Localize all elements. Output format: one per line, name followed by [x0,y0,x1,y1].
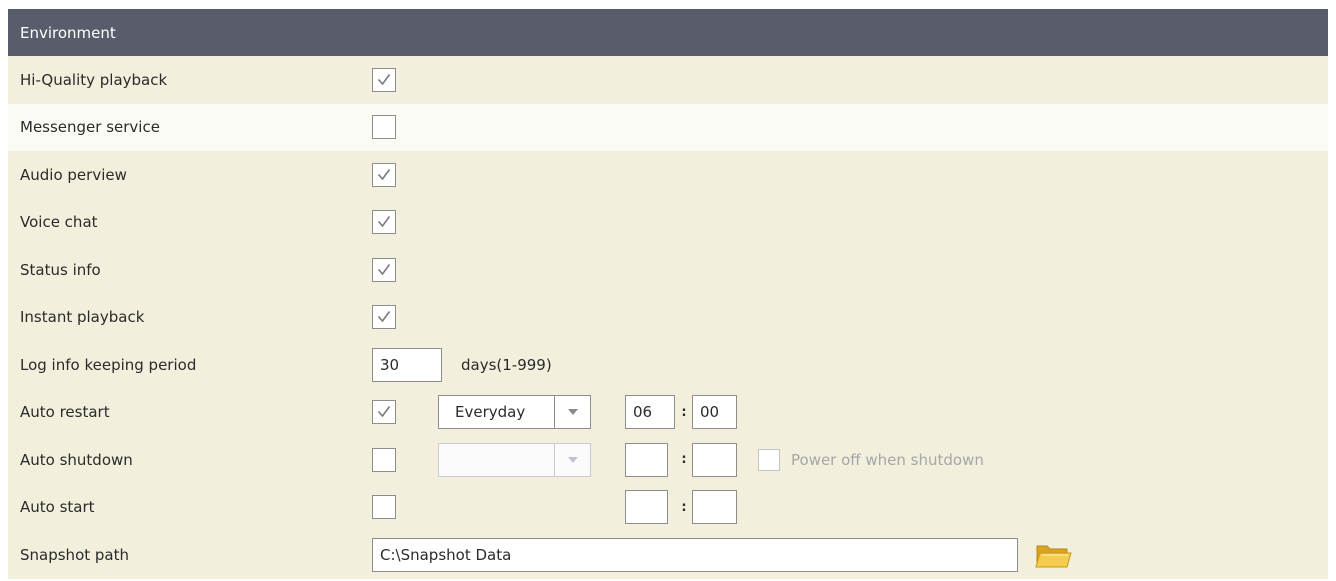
status-info-checkbox[interactable] [372,257,396,282]
time-separator: : [681,499,687,515]
checkmark-icon [377,168,391,181]
auto-restart-hour-value: 06 [633,403,653,422]
section-title: Environment [20,23,116,42]
auto-start-checkbox[interactable] [372,495,396,520]
voice-chat-label: Voice chat [20,213,98,232]
instant-playback-checkbox[interactable] [372,305,396,330]
row-instant-playback: Instant playback [8,293,1328,341]
power-off-label: Power off when shutdown [791,450,984,469]
snapshot-path-value: C:\Snapshot Data [380,545,512,564]
status-info-label: Status info [20,260,101,279]
time-separator: : [681,404,687,420]
chevron-down-icon[interactable] [554,443,590,476]
snapshot-path-input[interactable]: C:\Snapshot Data [372,537,1018,572]
checkmark-icon [377,216,391,228]
row-hi-quality-playback: Hi-Quality playback [8,56,1328,104]
row-auto-start: Auto start : [8,483,1328,531]
auto-shutdown-label: Auto shutdown [20,450,133,469]
chevron-down-icon[interactable] [554,396,590,429]
row-status-info: Status info [8,246,1328,294]
row-auto-restart: Auto restart Everyday 06 : 00 [8,388,1328,436]
auto-restart-schedule-value: Everyday [455,403,526,422]
auto-restart-checkbox[interactable] [372,400,396,425]
auto-restart-hour-input[interactable]: 06 [625,395,675,430]
checkmark-icon [377,73,391,86]
row-audio-preview: Audio perview [8,151,1328,199]
auto-shutdown-hour-input[interactable] [625,442,668,477]
auto-shutdown-checkbox[interactable] [372,447,396,472]
hi-quality-playback-label: Hi-Quality playback [20,70,168,89]
auto-start-hour-input[interactable] [625,490,668,525]
auto-restart-schedule-select[interactable]: Everyday [438,395,591,430]
hi-quality-playback-checkbox[interactable] [372,67,396,92]
log-period-unit-label: days(1-999) [461,355,552,374]
messenger-service-label: Messenger service [20,118,160,137]
auto-restart-label: Auto restart [20,403,110,422]
log-period-value: 30 [380,355,400,374]
auto-restart-minute-input[interactable]: 00 [692,395,737,430]
environment-panel: Environment Hi-Quality playback Messenge… [8,9,1328,579]
auto-restart-minute-value: 00 [700,403,720,422]
checkmark-icon [377,311,391,323]
checkmark-icon [377,263,391,276]
instant-playback-label: Instant playback [20,308,145,327]
log-period-input[interactable]: 30 [372,347,442,382]
log-info-keeping-period-label: Log info keeping period [20,355,197,374]
row-log-info-keeping-period: Log info keeping period 30 days(1-999) [8,341,1328,389]
time-separator: : [681,452,687,468]
messenger-service-checkbox[interactable] [372,115,396,140]
folder-icon[interactable] [1034,540,1072,570]
auto-shutdown-schedule-select[interactable] [438,442,591,477]
auto-shutdown-minute-input[interactable] [692,442,737,477]
row-auto-shutdown: Auto shutdown : Power off when shutdown [8,436,1328,484]
voice-chat-checkbox[interactable] [372,210,396,235]
power-off-checkbox[interactable] [758,448,780,471]
auto-start-minute-input[interactable] [692,490,737,525]
row-snapshot-path: Snapshot path C:\Snapshot Data [8,531,1328,579]
section-header: Environment [8,9,1328,56]
audio-preview-checkbox[interactable] [372,162,396,187]
row-messenger-service: Messenger service [8,103,1328,151]
auto-start-label: Auto start [20,498,95,517]
row-voice-chat: Voice chat [8,198,1328,246]
snapshot-path-label: Snapshot path [20,545,129,564]
audio-preview-label: Audio perview [20,165,127,184]
checkmark-icon [377,406,391,418]
